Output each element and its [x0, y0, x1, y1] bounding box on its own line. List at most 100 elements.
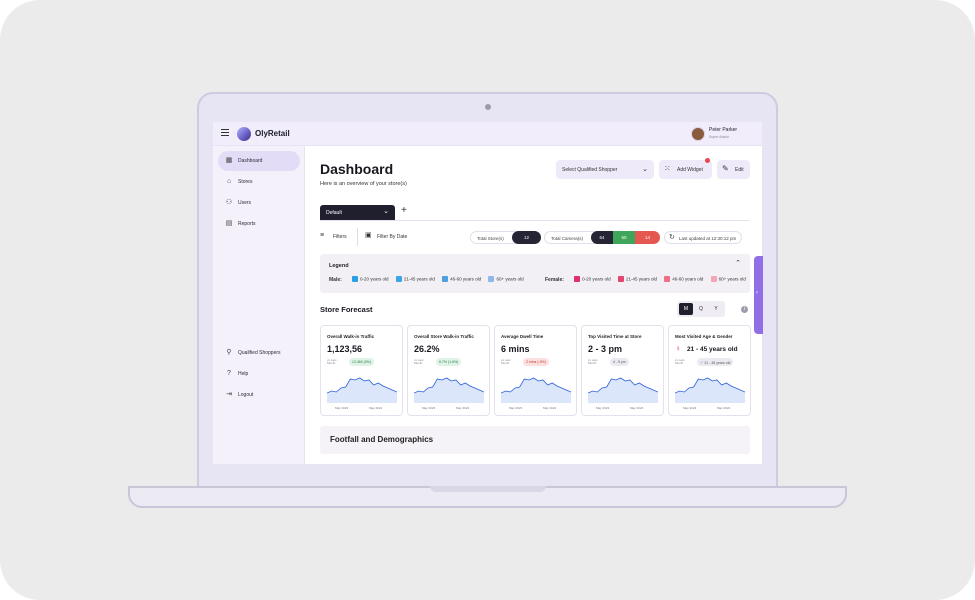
info-icon[interactable]: i [741, 306, 748, 313]
legend-item: 60+ years old [496, 276, 524, 282]
add-widget-button[interactable]: ⁙ Add Widget [659, 158, 712, 179]
legend-male: Male: 0-20 years old 21-45 years old 46-… [329, 276, 524, 283]
app-screen: OlyRetail Peter Parker Super Admin ▦ Das… [213, 122, 762, 464]
sidebar-item-qualified-shoppers[interactable]: ⚲ Qualified Shoppers [218, 343, 300, 363]
female-icon: ♀ [675, 344, 681, 353]
total-stores-pill: Total Store(s) 12 [470, 231, 541, 244]
card-title: Most Visited Age & Gender [675, 334, 733, 339]
chevron-down-icon: ⌄ [383, 208, 389, 215]
legend-panel: Legend ⌃ Male: 0-20 years old 21-45 year… [320, 254, 750, 293]
trend-badge: 2 mins (-9%) [523, 358, 549, 366]
period-year-button[interactable]: Y [709, 303, 723, 315]
side-drawer-tab[interactable]: ‹ [754, 256, 763, 334]
chevron-down-icon: ⌄ [642, 166, 648, 173]
cameras-online: 50 [613, 231, 635, 244]
widget-icon: ⁙ [664, 164, 671, 173]
forecast-card[interactable]: Top Visited Time at Store 2 - 3 pm vs La… [581, 325, 664, 416]
section-title: Store Forecast [320, 305, 373, 314]
logout-icon: ⇥ [226, 391, 232, 398]
sidebar-item-label: Qualified Shoppers [238, 350, 281, 356]
shopper-select[interactable]: Select Qualified Shopper ⌄ [556, 160, 654, 179]
sidebar-item-label: Dashboard [238, 158, 263, 164]
forecast-card[interactable]: Overall Store Walk-in Traffic 26.2% vs L… [407, 325, 490, 416]
legend-swatch [574, 276, 581, 282]
card-title: Overall Walk-in Traffic [327, 334, 375, 339]
avatar[interactable] [691, 127, 705, 141]
refresh-icon: ↻ [669, 233, 675, 241]
sidebar-item-help[interactable]: ? Help [218, 364, 300, 384]
legend-swatch [442, 276, 449, 282]
legend-male-label: Male: [329, 276, 342, 283]
filter-icon: ≡ [320, 232, 325, 239]
sparkline-chart [501, 377, 571, 403]
x-end-label: May 2024 [369, 406, 383, 410]
total-cameras-pill: Total Camera(s) 64 50 14 [544, 231, 660, 244]
tab-default[interactable]: Default ⌄ [320, 205, 395, 220]
legend-swatch [617, 276, 624, 282]
legend-item: 21-45 years old [625, 276, 657, 282]
card-title: Average Dwell Time [501, 334, 544, 339]
forecast-card[interactable]: Most Visited Age & Gender ♀ 21 - 45 year… [668, 325, 751, 416]
card-value: 21 - 45 years old [687, 346, 738, 353]
main-content: Dashboard Here is an overview of your st… [305, 146, 762, 464]
forecast-card[interactable]: Overall Walk-in Traffic 1,123,56 vs Last… [320, 325, 403, 416]
top-bar: OlyRetail Peter Parker Super Admin [213, 122, 762, 146]
card-title: Overall Store Walk-in Traffic [414, 334, 474, 339]
logo-icon [237, 127, 251, 141]
edit-icon: ✎ [722, 164, 729, 173]
total-stores-label: Total Store(s) [477, 235, 504, 241]
sidebar-item-dashboard[interactable]: ▦ Dashboard [218, 151, 300, 171]
forecast-card[interactable]: Average Dwell Time 6 mins vs Last Month … [494, 325, 577, 416]
card-value: 6 mins [501, 344, 530, 354]
period-quarter-button[interactable]: Q [694, 303, 708, 315]
laptop-camera [485, 104, 491, 110]
legend-item: 60+ years old [718, 276, 746, 282]
sparkline-chart [588, 377, 658, 403]
x-end-label: May 2024 [456, 406, 470, 410]
legend-item: 21-45 years old [403, 276, 435, 282]
sparkline-chart [327, 377, 397, 403]
sidebar-item-users[interactable]: ⚇ Users [218, 193, 300, 213]
total-cameras-label: Total Camera(s) [551, 235, 584, 241]
legend-item: 46-60 years old [450, 276, 482, 282]
trend-badge: 12,460 (9%) [349, 358, 375, 366]
notification-dot [705, 158, 710, 163]
legend-item: 46-60 years old [672, 276, 704, 282]
sparkline-chart [675, 377, 745, 403]
last-updated-pill[interactable]: ↻ Last updated at 12:30:12 pm [664, 231, 742, 244]
store-icon: ⌂ [226, 178, 232, 185]
filter-date-label: Filter By Date [377, 234, 408, 240]
card-compare-label: vs Last Month [327, 358, 337, 366]
sidebar-item-label: Stores [238, 179, 253, 185]
menu-icon[interactable] [221, 129, 229, 136]
reports-icon: ▤ [225, 220, 233, 227]
sidebar-item-reports[interactable]: ▤ Reports [218, 214, 300, 234]
sidebar-item-logout[interactable]: ⇥ Logout [218, 385, 300, 405]
legend-swatch [664, 276, 671, 282]
sidebar-item-stores[interactable]: ⌂ Stores [218, 172, 300, 192]
calendar-icon: ▣ [365, 232, 372, 239]
app-name: OlyRetail [255, 129, 290, 138]
shopper-select-label: Select Qualified Shopper [562, 167, 618, 173]
chevron-up-icon[interactable]: ⌃ [735, 259, 741, 267]
card-value: 26.2% [414, 344, 440, 354]
last-updated-label: Last updated at 12:30:12 pm [679, 235, 737, 241]
chevron-left-icon: ‹ [756, 290, 758, 296]
card-value: 2 - 3 pm [588, 344, 623, 354]
users-icon: ⚇ [225, 199, 233, 206]
card-compare-label: vs Last Month [675, 358, 685, 366]
sidebar: ▦ Dashboard ⌂ Stores ⚇ Users ▤ Reports ⚲… [213, 146, 305, 464]
x-start-label: May 2023 [335, 406, 349, 410]
x-end-label: May 2024 [543, 406, 557, 410]
edit-button[interactable]: ✎ Edit [717, 160, 750, 179]
male-icon: ♂ [700, 360, 704, 365]
x-end-label: May 2024 [630, 406, 644, 410]
legend-female-label: Female: [545, 276, 564, 283]
add-tab-button[interactable]: + [401, 205, 407, 216]
period-month-button[interactable]: M [679, 303, 693, 315]
sidebar-item-label: Reports [238, 221, 256, 227]
tab-divider [320, 220, 750, 221]
card-compare-label: vs Last Month [414, 358, 424, 366]
legend-item: 0-20 years old [360, 276, 389, 282]
help-icon: ? [227, 370, 231, 377]
